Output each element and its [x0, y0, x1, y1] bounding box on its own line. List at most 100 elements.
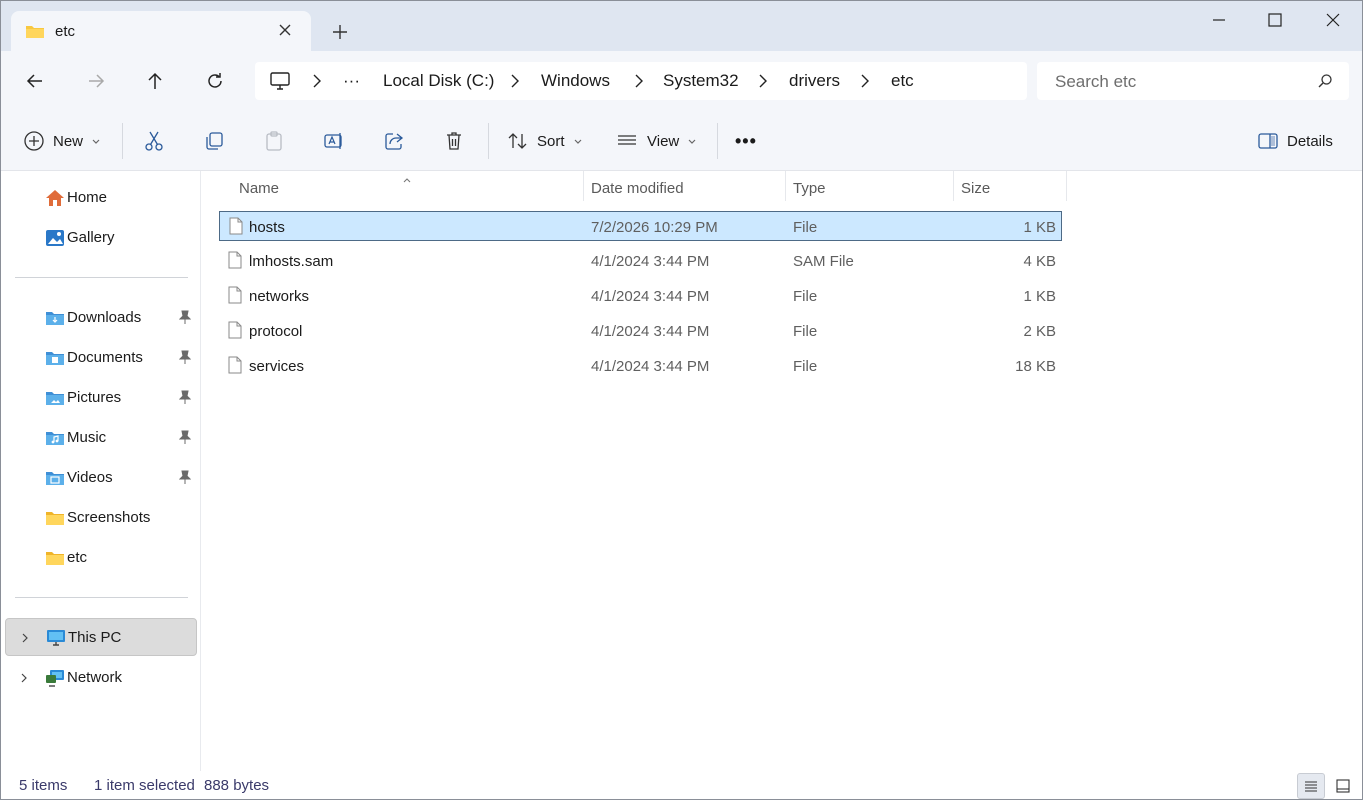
refresh-icon — [208, 73, 222, 88]
refresh-button[interactable] — [201, 67, 229, 95]
column-header-date[interactable]: Date modified — [591, 180, 684, 197]
breadcrumb-windows[interactable]: Windows — [541, 71, 610, 91]
clipboard-icon — [266, 131, 282, 151]
pin-icon[interactable] — [178, 350, 192, 368]
divider — [122, 123, 123, 159]
downloads-folder-icon — [45, 309, 65, 327]
sidebar-item-label: Videos — [67, 469, 113, 486]
new-label: New — [53, 132, 84, 150]
selection-size: 888 bytes — [204, 777, 270, 794]
file-date: 7/2/2026 10:29 PM — [591, 219, 718, 236]
tab-etc[interactable]: etc — [11, 11, 311, 51]
documents-folder-icon — [45, 349, 65, 367]
file-row[interactable]: hosts 7/2/2026 10:29 PM File 1 KB — [219, 211, 1062, 241]
sidebar-item-pictures[interactable]: Pictures — [5, 379, 197, 417]
breadcrumb-system32[interactable]: System32 — [663, 71, 739, 91]
search-box[interactable]: Search etc — [1037, 62, 1349, 100]
tiles-view-button[interactable] — [1329, 773, 1357, 799]
breadcrumb-etc[interactable]: etc — [891, 71, 914, 91]
close-window-button[interactable] — [1313, 7, 1353, 33]
sidebar-item-network[interactable]: Network — [5, 659, 197, 697]
file-explorer-window: etc ··· Local Disk (C:) Windows System32… — [0, 0, 1363, 800]
chevron-right-icon[interactable] — [20, 631, 30, 648]
chevron-right-icon[interactable] — [633, 73, 645, 89]
search-icon[interactable] — [1317, 73, 1333, 93]
file-icon — [227, 286, 243, 308]
file-row[interactable]: services 4/1/2024 3:44 PM File 18 KB — [219, 351, 1062, 381]
forward-button[interactable] — [82, 67, 110, 95]
pin-icon[interactable] — [178, 430, 192, 448]
sidebar-item-documents[interactable]: Documents — [5, 339, 197, 377]
plus-circle-icon — [24, 131, 44, 151]
details-view-icon — [1305, 781, 1317, 792]
column-header-name[interactable]: Name — [239, 180, 279, 197]
search-input[interactable]: Search etc — [1055, 72, 1136, 92]
column-divider[interactable] — [583, 171, 584, 201]
details-view-button[interactable] — [1297, 773, 1325, 799]
sidebar-item-videos[interactable]: Videos — [5, 459, 197, 497]
column-divider[interactable] — [953, 171, 954, 201]
chevron-right-icon[interactable] — [509, 73, 521, 89]
breadcrumb-local-disk[interactable]: Local Disk (C:) — [383, 71, 494, 91]
file-row[interactable]: protocol 4/1/2024 3:44 PM File 2 KB — [219, 316, 1062, 346]
sidebar-item-screenshots[interactable]: Screenshots — [5, 499, 197, 537]
command-bar: New Sort View ••• Details — [1, 111, 1362, 171]
sidebar-item-home[interactable]: Home — [5, 179, 197, 217]
pin-icon[interactable] — [178, 390, 192, 408]
status-bar: 5 items 1 item selected 888 bytes — [1, 771, 1362, 799]
column-divider[interactable] — [1066, 171, 1067, 201]
sidebar-item-label: Network — [67, 669, 123, 686]
address-bar[interactable]: ··· Local Disk (C:) Windows System32 dri… — [255, 62, 1027, 100]
cut-button[interactable] — [143, 127, 165, 155]
column-divider[interactable] — [785, 171, 786, 201]
chevron-right-icon[interactable] — [859, 73, 871, 89]
file-date: 4/1/2024 3:44 PM — [591, 323, 710, 340]
file-name: networks — [249, 288, 310, 305]
sidebar-item-label: Documents — [67, 349, 143, 366]
column-header-type[interactable]: Type — [793, 180, 826, 197]
sidebar-item-this-pc[interactable]: This PC — [5, 618, 197, 656]
details-pane-button[interactable]: Details — [1257, 127, 1333, 155]
sidebar-item-gallery[interactable]: Gallery — [5, 219, 197, 257]
back-button[interactable] — [21, 67, 49, 95]
videos-folder-icon — [45, 469, 65, 487]
sidebar-item-music[interactable]: Music — [5, 419, 197, 457]
maximize-button[interactable] — [1255, 7, 1295, 33]
copy-button[interactable] — [203, 127, 225, 155]
sidebar-item-downloads[interactable]: Downloads — [5, 299, 197, 337]
breadcrumb-drivers[interactable]: drivers — [789, 71, 840, 91]
folder-icon — [25, 23, 45, 43]
more-options-button[interactable]: ••• — [735, 127, 757, 155]
view-button[interactable]: View — [615, 127, 697, 155]
pin-icon[interactable] — [178, 310, 192, 328]
share-button[interactable] — [383, 127, 405, 155]
file-size: 18 KB — [1015, 358, 1056, 375]
file-size: 2 KB — [1023, 323, 1056, 340]
sidebar-item-etc[interactable]: etc — [5, 539, 197, 577]
up-button[interactable] — [141, 67, 169, 95]
file-date: 4/1/2024 3:44 PM — [591, 358, 710, 375]
breadcrumb-overflow[interactable]: ··· — [343, 71, 360, 91]
new-tab-button[interactable] — [329, 21, 351, 43]
file-type: File — [793, 358, 818, 375]
chevron-right-icon[interactable] — [757, 73, 769, 89]
file-row[interactable]: lmhosts.sam 4/1/2024 3:44 PM SAM File 4 … — [219, 246, 1062, 276]
file-icon — [227, 321, 243, 343]
sort-ascending-icon — [402, 171, 412, 188]
selection-count: 1 item selected — [94, 777, 195, 794]
sidebar-item-label: Home — [67, 189, 108, 206]
new-button[interactable]: New — [23, 127, 101, 155]
pin-icon[interactable] — [178, 470, 192, 488]
close-tab-icon[interactable] — [275, 20, 295, 40]
paste-button[interactable] — [263, 127, 285, 155]
minimize-button[interactable] — [1199, 7, 1239, 33]
chevron-right-icon[interactable] — [19, 671, 29, 688]
file-type: File — [793, 288, 818, 305]
rename-button[interactable] — [323, 127, 345, 155]
file-icon — [228, 217, 244, 239]
sort-label: Sort — [537, 132, 565, 150]
sort-button[interactable]: Sort — [507, 127, 583, 155]
file-row[interactable]: networks 4/1/2024 3:44 PM File 1 KB — [219, 281, 1062, 311]
delete-button[interactable] — [443, 127, 465, 155]
column-header-size[interactable]: Size — [961, 180, 990, 197]
